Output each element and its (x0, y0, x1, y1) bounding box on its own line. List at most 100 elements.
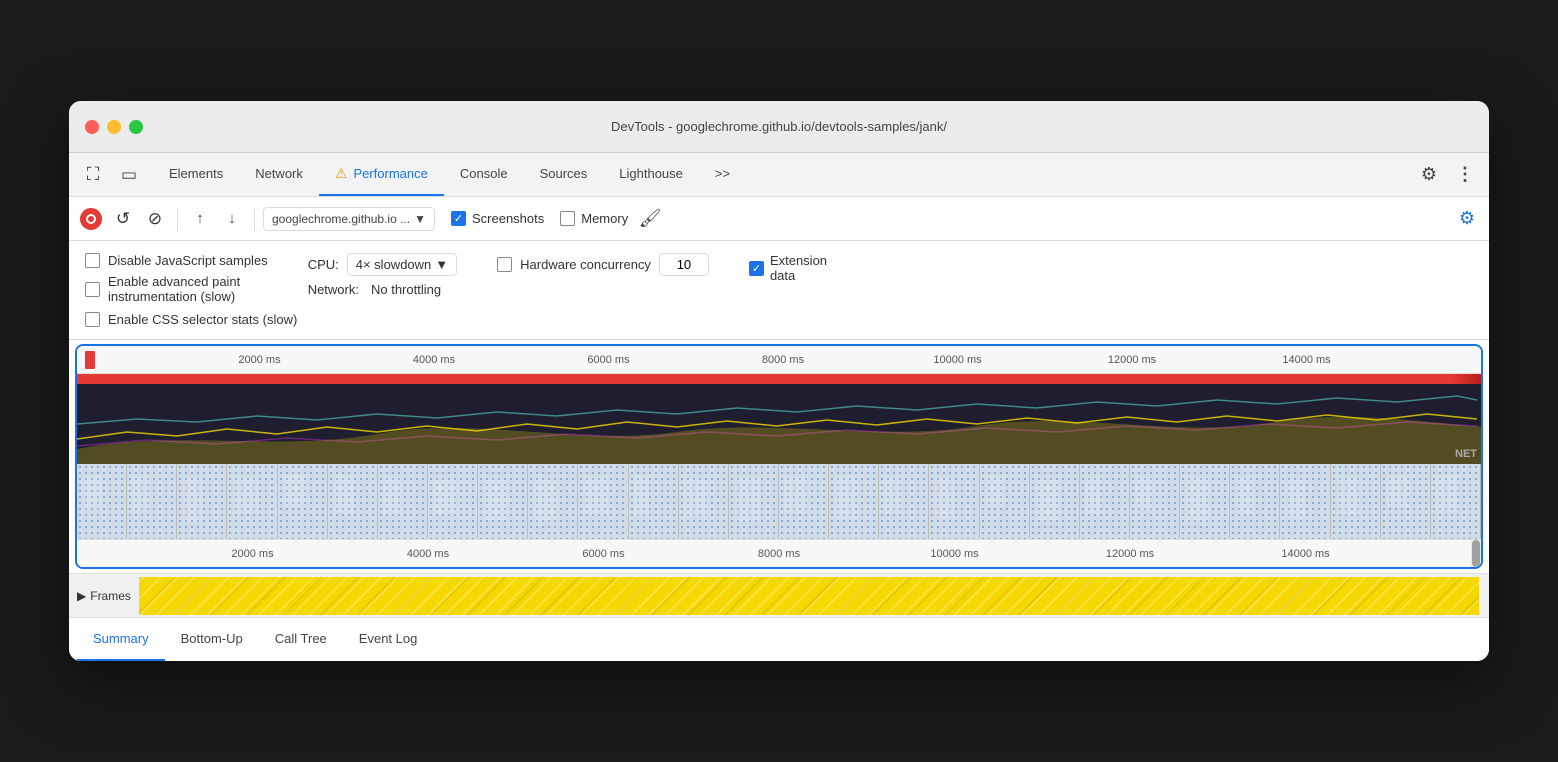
hw-input[interactable] (659, 253, 709, 276)
tab-call-tree-label: Call Tree (275, 631, 327, 646)
tab-network[interactable]: Network (239, 153, 319, 196)
screenshot-cell (278, 464, 328, 539)
screenshot-cell (127, 464, 177, 539)
inspector-icon[interactable]: ⛶ (77, 159, 109, 191)
long-tasks-bar (77, 374, 1481, 384)
tab-sources[interactable]: Sources (524, 153, 604, 196)
url-selector[interactable]: googlechrome.github.io ... ▼ (263, 207, 435, 231)
upload-button[interactable]: ↑ (186, 205, 214, 233)
tab-bottom-up-label: Bottom-Up (181, 631, 243, 646)
frames-label-group[interactable]: ▶ Frames (69, 589, 139, 603)
tab-sources-label: Sources (540, 166, 588, 181)
enable-paint-checkbox[interactable] (85, 282, 100, 297)
tab-more[interactable]: >> (699, 153, 746, 196)
memory-checkbox[interactable] (560, 211, 575, 226)
enable-paint-setting[interactable]: Enable advanced paint instrumentation (s… (85, 274, 268, 304)
cpu-dropdown[interactable]: 4× slowdown ▼ (347, 253, 457, 276)
settings-left: Disable JavaScript samples Enable advanc… (85, 253, 268, 304)
tab-call-tree[interactable]: Call Tree (259, 618, 343, 661)
tab-performance[interactable]: ⚠ Performance (319, 153, 444, 196)
record-icon (80, 208, 102, 230)
screenshot-cell (77, 464, 127, 539)
enable-css-setting[interactable]: Enable CSS selector stats (slow) (85, 312, 297, 327)
ext-data-setting: ✓ Extension data (749, 253, 827, 283)
screenshot-cell (1180, 464, 1230, 539)
tab-console-label: Console (460, 166, 508, 181)
ext-checkbox[interactable]: ✓ (749, 261, 764, 276)
tab-performance-label: Performance (353, 166, 427, 181)
maximize-button[interactable] (129, 120, 143, 134)
ruler-bottom-4: 8000 ms (758, 548, 800, 560)
bottom-tabs: Summary Bottom-Up Call Tree Event Log (69, 617, 1489, 661)
url-text: googlechrome.github.io ... (272, 212, 410, 226)
ruler-mark-5: 10000 ms (933, 354, 981, 366)
ruler-bottom-6: 12000 ms (1106, 548, 1154, 560)
devtools-more-icon[interactable]: ⋮ (1449, 159, 1481, 191)
screenshots-checkbox[interactable]: ✓ (451, 211, 466, 226)
screenshot-cell (879, 464, 929, 539)
screenshot-cell (679, 464, 729, 539)
tab-elements[interactable]: Elements (153, 153, 239, 196)
perf-settings-gear[interactable]: ⚙ (1453, 205, 1481, 233)
frames-strip (139, 577, 1479, 615)
disable-js-setting[interactable]: Disable JavaScript samples (85, 253, 268, 268)
timeline-ruler-top: 2000 ms 4000 ms 6000 ms 8000 ms 10000 ms… (77, 346, 1481, 374)
device-icon[interactable]: ▭ (113, 159, 145, 191)
ruler-mark-6: 12000 ms (1108, 354, 1156, 366)
toolbar-divider-1 (177, 207, 178, 231)
clear-button[interactable]: ⊘ (141, 205, 169, 233)
cpu-chevron: ▼ (435, 257, 448, 272)
screenshot-cell (1381, 464, 1431, 539)
tab-console[interactable]: Console (444, 153, 524, 196)
tab-event-log[interactable]: Event Log (343, 618, 434, 661)
devtools-settings-icon[interactable]: ⚙ (1413, 159, 1445, 191)
settings-row-1: Disable JavaScript samples Enable advanc… (85, 253, 1473, 304)
scrollbar[interactable] (1471, 540, 1481, 567)
record-button[interactable] (77, 205, 105, 233)
settings-right: CPU: 4× slowdown ▼ Network: No throttlin… (308, 253, 457, 297)
screenshots-checkbox-group[interactable]: ✓ Screenshots (451, 211, 544, 226)
disable-js-label: Disable JavaScript samples (108, 253, 268, 268)
flame-waves-svg (77, 384, 1481, 464)
screenshot-cell (328, 464, 378, 539)
screenshot-cell (428, 464, 478, 539)
network-value: No throttling (371, 282, 441, 297)
screenshot-cell (1331, 464, 1381, 539)
enable-css-label: Enable CSS selector stats (slow) (108, 312, 297, 327)
screenshot-cell (829, 464, 879, 539)
flame-chart[interactable]: NET (77, 384, 1481, 464)
close-button[interactable] (85, 120, 99, 134)
warn-icon: ⚠ (335, 165, 348, 182)
minimize-button[interactable] (107, 120, 121, 134)
scrollbar-thumb[interactable] (1472, 540, 1480, 567)
memory-checkbox-group[interactable]: Memory (560, 211, 628, 226)
settings-row-2: Enable CSS selector stats (slow) (85, 312, 1473, 327)
ruler-mark-4: 8000 ms (762, 354, 804, 366)
screenshot-cell (1230, 464, 1280, 539)
frames-bar: ▶ Frames (69, 573, 1489, 617)
disable-js-checkbox[interactable] (85, 253, 100, 268)
screenshots-label: Screenshots (472, 211, 544, 226)
brush-icon[interactable]: 🖌 (636, 205, 664, 233)
screenshot-cell (980, 464, 1030, 539)
ruler-bottom-1: 2000 ms (231, 548, 273, 560)
enable-css-checkbox[interactable] (85, 312, 100, 327)
ruler-mark-3: 6000 ms (587, 354, 629, 366)
ruler-bottom-5: 10000 ms (930, 548, 978, 560)
download-button[interactable]: ↓ (218, 205, 246, 233)
tab-bottom-up[interactable]: Bottom-Up (165, 618, 259, 661)
screenshot-cell (528, 464, 578, 539)
ruler-bottom-2: 4000 ms (407, 548, 449, 560)
tab-more-label: >> (715, 166, 730, 181)
screenshot-cell (578, 464, 628, 539)
timeline-ruler-bottom: 2000 ms 4000 ms 6000 ms 8000 ms 10000 ms… (77, 539, 1481, 567)
tab-lighthouse[interactable]: Lighthouse (603, 153, 699, 196)
screenshot-cell (1030, 464, 1080, 539)
tab-summary[interactable]: Summary (77, 618, 165, 661)
tab-lighthouse-label: Lighthouse (619, 166, 683, 181)
settings-panel: Disable JavaScript samples Enable advanc… (69, 241, 1489, 340)
tab-elements-label: Elements (169, 166, 223, 181)
frames-label: Frames (90, 589, 131, 603)
hw-checkbox[interactable] (497, 257, 512, 272)
reload-record-button[interactable]: ↺ (109, 205, 137, 233)
